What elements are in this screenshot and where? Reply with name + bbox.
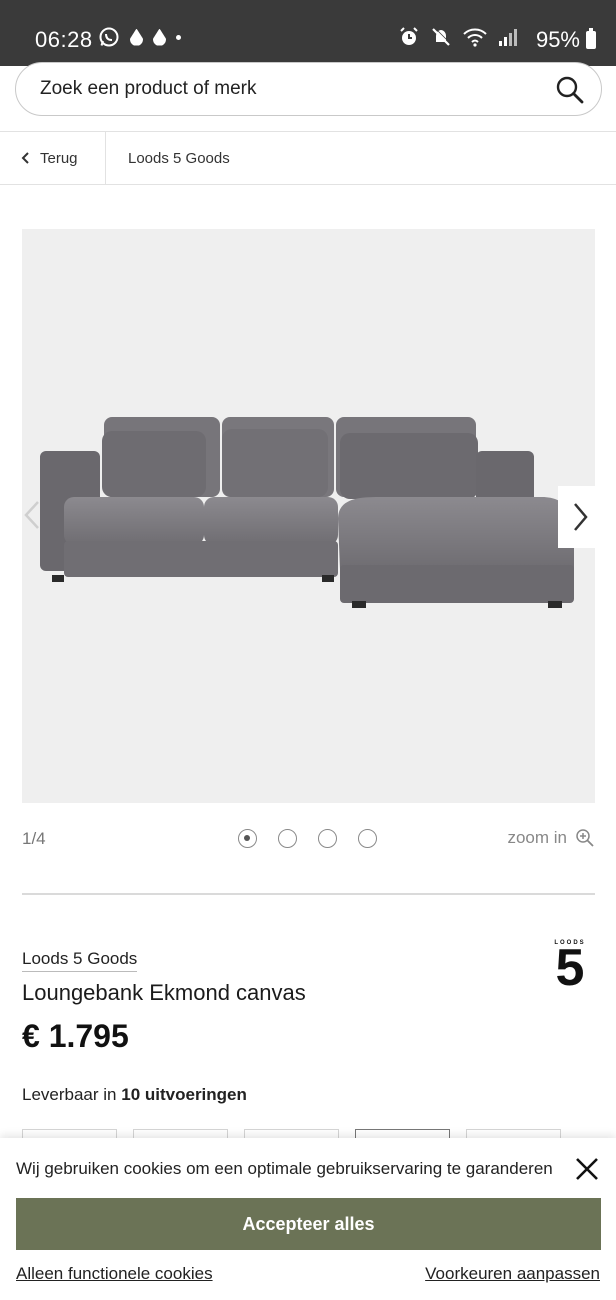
chevron-left-icon: [21, 152, 29, 164]
drop-icon: [130, 28, 143, 46]
dot-icon: [176, 34, 181, 40]
product-price: € 1.795: [22, 1018, 129, 1054]
breadcrumb: Terug Loods 5 Goods: [0, 131, 616, 185]
drop-icon: [153, 28, 166, 46]
back-label: Terug: [40, 149, 78, 167]
notification-icons: [98, 26, 181, 48]
battery-indicator: 95%: [536, 27, 596, 53]
pagination-dots: [238, 829, 377, 848]
next-image-button[interactable]: [558, 486, 598, 548]
logo-digit: 5: [556, 939, 585, 986]
signal-icon: [499, 29, 517, 46]
whatsapp-icon: [99, 27, 119, 47]
system-icons: [398, 26, 518, 48]
accept-all-button[interactable]: Accepteer alles: [16, 1198, 601, 1250]
search-input[interactable]: Zoek een product of merk: [40, 78, 257, 100]
status-bar: 06:28 95%: [0, 0, 616, 66]
cookie-banner: Wij gebruiken cookies om een optimale ge…: [0, 1138, 616, 1300]
product-gallery[interactable]: [22, 229, 595, 803]
breadcrumb-current[interactable]: Loods 5 Goods: [128, 150, 230, 167]
functional-cookies-link[interactable]: Alleen functionele cookies: [16, 1264, 213, 1284]
pagination-dot-1[interactable]: [238, 829, 257, 848]
divider: [22, 893, 595, 895]
pagination-dot-4[interactable]: [358, 829, 377, 848]
product-brand-link[interactable]: Loods 5 Goods: [22, 949, 138, 972]
mute-icon: [432, 27, 451, 46]
pagination-dot-2[interactable]: [278, 829, 297, 848]
chevron-right-icon: [574, 503, 588, 531]
availability-prefix: Leverbaar in: [22, 1085, 117, 1104]
back-button[interactable]: Terug: [0, 132, 106, 184]
pagination-dot-3[interactable]: [318, 829, 337, 848]
cookie-message: Wij gebruiken cookies om een optimale ge…: [16, 1159, 553, 1178]
image-counter: 1/4: [22, 829, 46, 848]
zoom-label: zoom in: [507, 828, 567, 847]
status-time: 06:28: [35, 27, 93, 52]
battery-icon: [586, 28, 596, 49]
wifi-icon: [463, 28, 487, 47]
availability-text: Leverbaar in 10 uitvoeringen: [22, 1085, 247, 1105]
variant-count: 10 uitvoeringen: [121, 1085, 247, 1104]
loods5-logo: LOODS 5: [554, 939, 585, 986]
zoom-in-button[interactable]: zoom in: [507, 828, 595, 848]
zoom-in-icon: [576, 829, 594, 847]
alarm-icon: [400, 27, 418, 45]
previous-image-arrow[interactable]: [22, 500, 42, 530]
preferences-link[interactable]: Voorkeuren aanpassen: [425, 1264, 600, 1284]
search-bar[interactable]: Zoek een product of merk: [15, 62, 602, 116]
grey-corner-sofa-image: [40, 417, 574, 608]
battery-level: 95%: [535, 27, 580, 52]
product-name: Loungebank Ekmond canvas: [22, 980, 306, 1005]
close-icon[interactable]: [574, 1156, 600, 1182]
gallery-pager: 1/4 zoom in: [22, 826, 595, 852]
search-icon[interactable]: [555, 75, 585, 105]
